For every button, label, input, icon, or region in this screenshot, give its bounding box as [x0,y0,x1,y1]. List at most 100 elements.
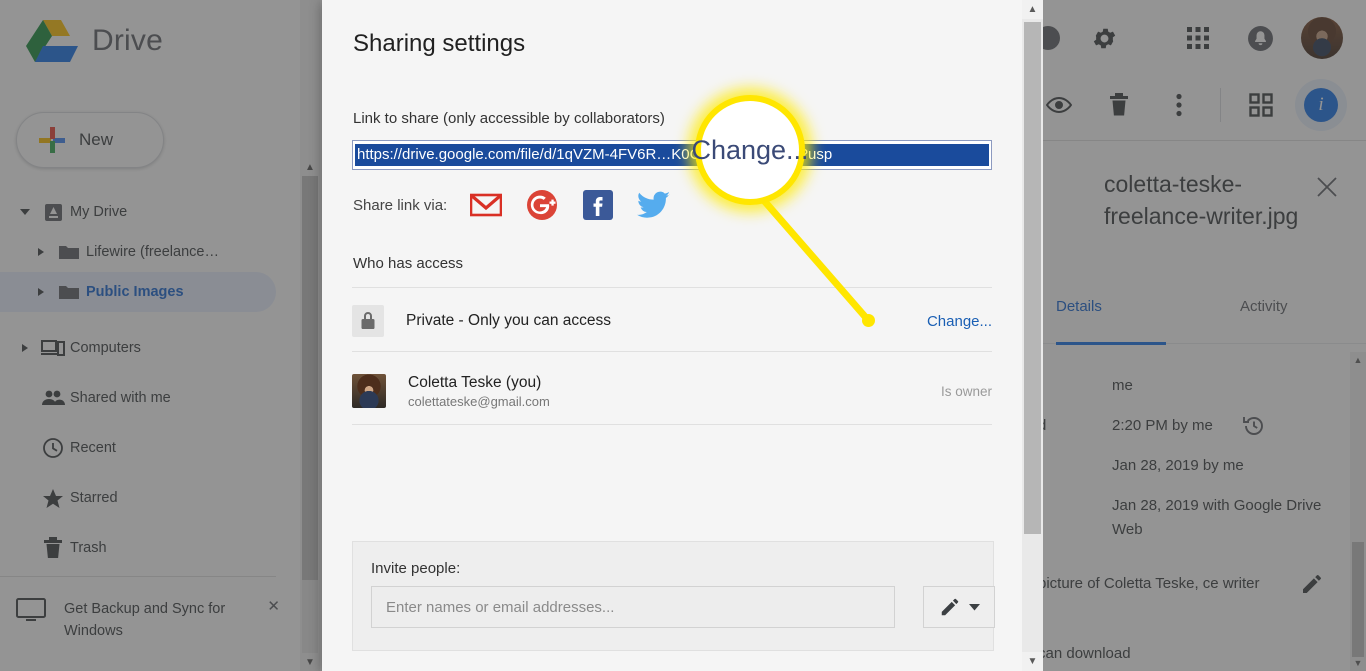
link-to-share-value: https://drive.google.com/file/d/1qVZM-4F… [355,144,989,166]
twitter-icon[interactable] [637,188,671,222]
sharing-settings-dialog: Sharing settings Link to share (only acc… [322,0,1022,671]
chevron-down-icon[interactable] [14,207,36,217]
scroll-up-icon[interactable]: ▲ [1022,0,1043,19]
detail-download-partial: can download [1038,645,1131,662]
star-icon [36,488,70,509]
details-filename: coletta-teske-freelance-writer.jpg [1104,171,1299,229]
pencil-icon [941,598,958,616]
computers-icon [36,339,70,357]
change-link[interactable]: Change... [927,313,992,330]
active-tab-indicator [1056,342,1166,345]
link-to-share-input[interactable]: https://drive.google.com/file/d/1qVZM-4F… [352,140,992,170]
invite-people-label: Invite people: [371,560,461,577]
toolbar-underline [1020,140,1366,141]
account-avatar[interactable] [1300,16,1344,60]
details-info-icon[interactable]: i [1298,82,1344,128]
lock-icon [352,305,384,337]
scroll-down-icon[interactable]: ▼ [1022,652,1043,671]
folder-icon [52,243,86,261]
sidebar-item-public-images[interactable]: Public Images [0,272,276,312]
scrollbar-thumb[interactable] [302,176,318,580]
new-button[interactable]: New [16,112,164,168]
backup-promo-label: Get Backup and Sync for Windows [64,601,226,639]
sidebar: Drive New My Drive Lifewire (freelance… … [0,0,300,671]
sidebar-item-shared-with-me[interactable]: Shared with me [0,378,276,418]
tab-activity[interactable]: Activity [1240,298,1288,315]
sidebar-item-my-drive[interactable]: My Drive [0,192,276,232]
chevron-right-icon[interactable] [14,343,36,353]
file-list-scrollbar[interactable]: ▲ ▼ [300,0,320,671]
sidebar-item-lifewire[interactable]: Lifewire (freelance… [0,232,276,272]
sidebar-item-label: Shared with me [70,390,171,406]
close-icon[interactable]: ✕ [267,597,280,615]
section-divider [352,287,992,288]
close-icon[interactable] [1316,176,1338,203]
sidebar-nav: My Drive Lifewire (freelance… Public Ima… [0,192,300,568]
scroll-up-icon[interactable]: ▲ [1350,352,1366,368]
avatar [1301,17,1343,59]
row-divider [352,351,992,352]
invite-people-section: Invite people: Enter names or email addr… [352,541,995,651]
screenshot-root: Drive New My Drive Lifewire (freelance… … [0,0,1366,671]
scrollbar-thumb[interactable] [1024,22,1041,534]
scroll-down-icon[interactable]: ▼ [300,653,320,671]
grid-view-icon[interactable] [1238,82,1284,128]
scrollbar-thumb[interactable] [1352,542,1364,657]
top-bar [1020,16,1366,68]
sidebar-item-recent[interactable]: Recent [0,428,276,468]
facebook-icon[interactable] [581,188,615,222]
backup-promo[interactable]: Get Backup and Sync for Windows ✕ [16,598,284,642]
history-icon[interactable] [1242,414,1266,443]
access-row-text: Coletta Teske (you) colettateske@gmail.c… [408,374,941,409]
google-plus-icon[interactable] [525,188,559,222]
dialog-scrollbar[interactable]: ▲ ▼ [1022,0,1043,671]
drive-logo[interactable]: Drive [26,18,163,64]
trash-icon[interactable] [1096,82,1142,128]
scroll-up-icon[interactable]: ▲ [300,158,320,176]
trash-icon [36,537,70,559]
more-vertical-icon[interactable] [1156,82,1202,128]
avatar [352,374,386,408]
file-toolbar: i [1020,82,1366,140]
is-owner-label: Is owner [940,383,992,399]
details-scrollbar[interactable]: ▲ ▼ [1350,352,1366,671]
plus-icon [39,127,65,153]
sidebar-item-label: Lifewire (freelance… [86,244,219,260]
dialog-title: Sharing settings [353,30,526,57]
sidebar-item-starred[interactable]: Starred [0,478,276,518]
folder-icon [52,283,86,301]
notifications-icon[interactable] [1238,16,1282,60]
row-divider [352,424,992,425]
apps-grid-icon[interactable] [1176,16,1220,60]
caret-down-icon [968,604,980,611]
access-row-email: colettateske@gmail.com [408,393,550,409]
new-button-label: New [79,130,114,149]
sidebar-item-label: Recent [70,440,116,456]
sidebar-item-label: Trash [70,540,107,556]
access-row-owner: Coletta Teske (you) colettateske@gmail.c… [352,362,992,420]
sidebar-item-label: Public Images [86,284,184,300]
invite-people-input[interactable]: Enter names or email addresses... [371,586,895,628]
sidebar-item-trash[interactable]: Trash [0,528,276,568]
monitor-icon [16,598,46,627]
permission-dropdown-button[interactable] [923,586,995,628]
sidebar-item-label: Computers [70,340,141,356]
share-link-via-row: Share link via: [353,188,671,222]
detail-owner-value: me [1112,377,1133,394]
access-row-title: Coletta Teske (you) [408,373,542,391]
chevron-right-icon[interactable] [30,247,52,257]
gmail-icon[interactable] [469,188,503,222]
sidebar-item-computers[interactable]: Computers [0,328,276,368]
sidebar-item-label: My Drive [70,204,128,220]
drive-logo-icon [26,18,78,64]
tab-details[interactable]: Details [1056,298,1102,315]
chevron-right-icon[interactable] [30,287,52,297]
scroll-down-icon[interactable]: ▼ [1350,655,1366,671]
detail-description-value: picture of Coletta Teske, ce writer [1038,575,1260,592]
access-row-title: Private - Only you can access [406,312,612,329]
gear-icon[interactable] [1082,16,1126,60]
detail-modified-value: 2:20 PM by me [1112,417,1213,434]
pencil-icon[interactable] [1300,572,1324,601]
link-to-share-label: Link to share (only accessible by collab… [353,110,665,127]
clock-icon [36,437,70,459]
